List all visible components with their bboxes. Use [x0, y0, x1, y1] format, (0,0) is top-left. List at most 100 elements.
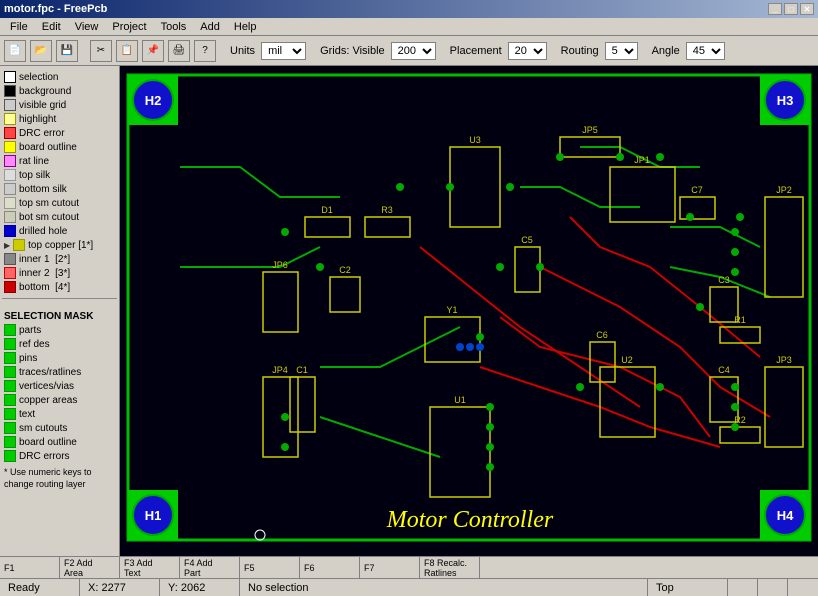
svg-text:Y1: Y1	[446, 305, 457, 315]
svg-text:R1: R1	[734, 315, 746, 325]
cut-button[interactable]: ✂	[90, 40, 112, 62]
svg-text:U1: U1	[454, 395, 466, 405]
selection-mask-title: SELECTION MASK	[2, 308, 117, 323]
new-button[interactable]: 📄	[4, 40, 26, 62]
svg-text:D1: D1	[321, 205, 333, 215]
fkey-f2[interactable]: F2 AddArea	[60, 557, 120, 578]
layer-label: board outline	[19, 142, 77, 153]
svg-text:JP1: JP1	[634, 155, 650, 165]
mask-drc-errors[interactable]: DRC errors	[2, 449, 117, 463]
svg-text:H1: H1	[145, 508, 162, 523]
mask-pins[interactable]: pins	[2, 351, 117, 365]
menu-project[interactable]: Project	[106, 20, 152, 34]
layer-label: top sm cutout	[19, 198, 79, 209]
layer-top-copper[interactable]: ▶ top copper [1*]	[2, 238, 117, 252]
help-btn[interactable]: ?	[194, 40, 216, 62]
units-label: Units	[228, 45, 257, 57]
svg-text:JP6: JP6	[272, 260, 288, 270]
fkey-f4[interactable]: F4 AddPart	[180, 557, 240, 578]
fkey-f6[interactable]: F6	[300, 557, 360, 578]
mask-board-outline[interactable]: board outline	[2, 435, 117, 449]
svg-text:H2: H2	[145, 93, 162, 108]
mask-text[interactable]: text	[2, 407, 117, 421]
status-ready: Ready	[0, 579, 80, 596]
pcb-canvas[interactable]: H2 H3 H1 H4	[120, 66, 818, 556]
menubar: File Edit View Project Tools Add Help	[0, 18, 818, 36]
svg-text:C5: C5	[521, 235, 533, 245]
layer-rat-line[interactable]: rat line	[2, 154, 117, 168]
toolbar: 📄 📂 💾 ✂ 📋 📌 🖨 ? Units mil mm Grids: Visi…	[0, 36, 818, 66]
layer-bottom-silk[interactable]: bottom silk	[2, 182, 117, 196]
layer-label: drilled hole	[19, 226, 67, 237]
maximize-button[interactable]: □	[784, 3, 798, 15]
layer-label: background	[19, 86, 71, 97]
fkey-f5[interactable]: F5	[240, 557, 300, 578]
mask-parts[interactable]: parts	[2, 323, 117, 337]
save-button[interactable]: 💾	[56, 40, 78, 62]
minimize-button[interactable]: _	[768, 3, 782, 15]
fkey-f3[interactable]: F3 AddText	[120, 557, 180, 578]
open-button[interactable]: 📂	[30, 40, 52, 62]
angle-select[interactable]: 45	[686, 42, 725, 60]
svg-text:C6: C6	[596, 330, 608, 340]
fkey-f1[interactable]: F1	[0, 557, 60, 578]
layer-drilled-hole[interactable]: drilled hole	[2, 224, 117, 238]
grids-select[interactable]: 200	[391, 42, 436, 60]
menu-view[interactable]: View	[69, 20, 105, 34]
mask-copper-areas[interactable]: copper areas	[2, 393, 117, 407]
layer-drc-error[interactable]: DRC error	[2, 126, 117, 140]
svg-text:C4: C4	[718, 365, 730, 375]
svg-text:C2: C2	[339, 265, 351, 275]
menu-add[interactable]: Add	[194, 20, 226, 34]
mask-traces[interactable]: traces/ratlines	[2, 365, 117, 379]
menu-file[interactable]: File	[4, 20, 34, 34]
placement-select[interactable]: 20	[508, 42, 547, 60]
status-extra1	[728, 579, 758, 596]
layer-selection[interactable]: selection	[2, 70, 117, 84]
menu-help[interactable]: Help	[228, 20, 263, 34]
layer-top-sm-cutout[interactable]: top sm cutout	[2, 196, 117, 210]
layer-visible-grid[interactable]: visible grid	[2, 98, 117, 112]
print-button[interactable]: 🖨	[168, 40, 190, 62]
fkey-f8[interactable]: F8 Recalc.Ratlines	[420, 557, 480, 578]
grids-label: Grids: Visible	[318, 45, 387, 57]
layer-board-outline[interactable]: board outline	[2, 140, 117, 154]
window-title: motor.fpc - FreePcb	[4, 3, 107, 15]
paste-button[interactable]: 📌	[142, 40, 164, 62]
routing-select[interactable]: 5	[605, 42, 638, 60]
layer-inner2[interactable]: inner 2 [3*]	[2, 266, 117, 280]
layer-label: rat line	[19, 156, 49, 167]
mask-ref-des[interactable]: ref des	[2, 337, 117, 351]
layer-background[interactable]: background	[2, 84, 117, 98]
units-select[interactable]: mil mm	[261, 42, 306, 60]
status-layer: Top	[648, 579, 728, 596]
layer-label: selection	[19, 72, 58, 83]
menu-tools[interactable]: Tools	[155, 20, 193, 34]
mask-sm-cutouts[interactable]: sm cutouts	[2, 421, 117, 435]
routing-note: * Use numeric keys to change routing lay…	[2, 463, 117, 494]
svg-text:C1: C1	[296, 365, 308, 375]
fkey-bar: F1 F2 AddArea F3 AddText F4 AddPart F5 F…	[0, 556, 818, 578]
svg-text:JP4: JP4	[272, 365, 288, 375]
svg-text:U2: U2	[621, 355, 633, 365]
layer-bot-sm-cutout[interactable]: bot sm cutout	[2, 210, 117, 224]
layer-label: visible grid	[19, 100, 66, 111]
fkey-f7[interactable]: F7	[360, 557, 420, 578]
angle-label: Angle	[650, 45, 682, 57]
layer-inner1[interactable]: inner 1 [2*]	[2, 252, 117, 266]
layer-label: highlight	[19, 114, 56, 125]
status-y: Y: 2062	[160, 579, 240, 596]
layer-top-silk[interactable]: top silk	[2, 168, 117, 182]
layer-label: bot sm cutout	[19, 212, 79, 223]
close-button[interactable]: ✕	[800, 3, 814, 15]
placement-label: Placement	[448, 45, 504, 57]
layer-highlight[interactable]: highlight	[2, 112, 117, 126]
mask-vertices[interactable]: vertices/vias	[2, 379, 117, 393]
menu-edit[interactable]: Edit	[36, 20, 67, 34]
window-controls: _ □ ✕	[768, 3, 814, 15]
copy-button[interactable]: 📋	[116, 40, 138, 62]
layer-label: bottom silk	[19, 184, 67, 195]
svg-text:H3: H3	[777, 93, 794, 108]
layer-bottom[interactable]: bottom [4*]	[2, 280, 117, 294]
layer-label: bottom [4*]	[19, 282, 70, 293]
